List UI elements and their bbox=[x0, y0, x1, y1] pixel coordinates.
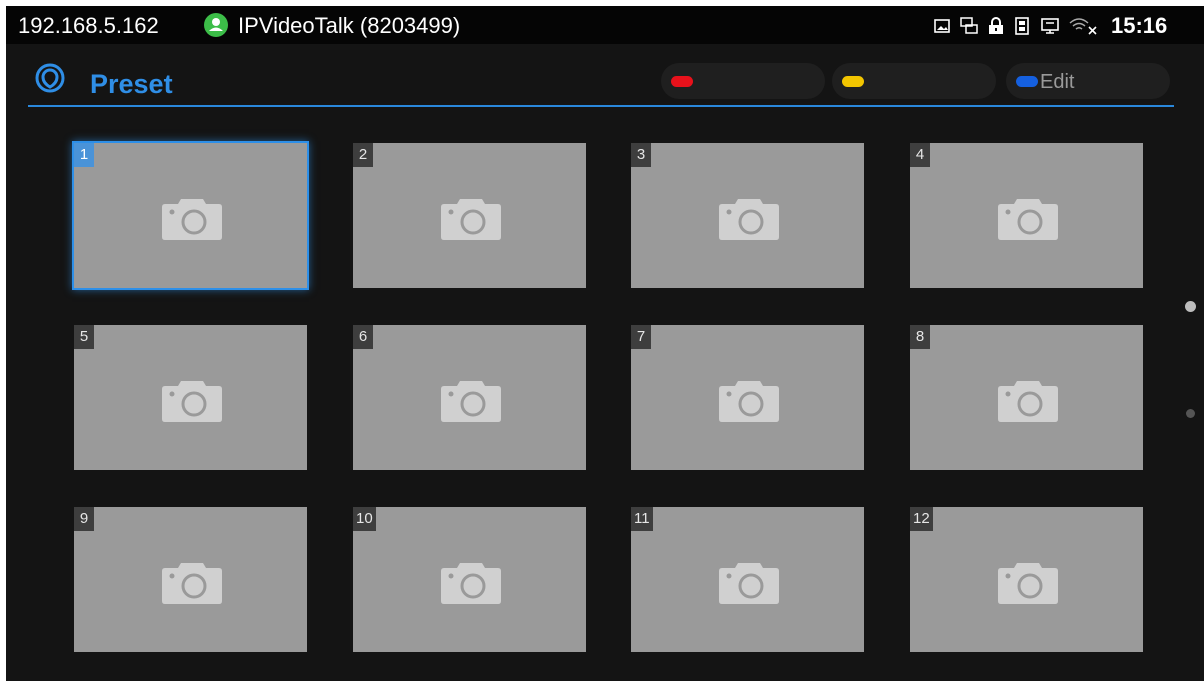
ip-address: 192.168.5.162 bbox=[18, 13, 159, 38]
page-title: Preset bbox=[90, 69, 173, 99]
preset-number: 11 bbox=[631, 507, 653, 531]
preset-tile-5[interactable]: 5 bbox=[74, 325, 307, 470]
page-indicator-2[interactable] bbox=[1186, 409, 1195, 418]
preset-tile-10[interactable]: 10 bbox=[353, 507, 586, 652]
screen-share-icon bbox=[1041, 18, 1059, 34]
sd-card-icon bbox=[1015, 17, 1029, 35]
preset-tile-6[interactable]: 6 bbox=[353, 325, 586, 470]
camera-icon bbox=[441, 563, 501, 604]
camera-icon bbox=[162, 563, 222, 604]
page-indicator-1[interactable] bbox=[1185, 301, 1196, 312]
preset-tile-12[interactable]: 12 bbox=[910, 507, 1143, 652]
yellow-key-button[interactable] bbox=[832, 63, 996, 99]
preset-tile-1[interactable]: 1 bbox=[72, 141, 309, 290]
preset-logo-icon bbox=[35, 63, 65, 93]
camera-icon bbox=[719, 563, 779, 604]
lock-icon bbox=[989, 17, 1003, 34]
preset-number: 7 bbox=[631, 325, 651, 349]
preset-number: 4 bbox=[910, 143, 930, 167]
camera-icon bbox=[162, 199, 222, 240]
preset-number: 1 bbox=[74, 143, 94, 167]
blue-key-dot bbox=[1016, 76, 1038, 87]
camera-icon bbox=[998, 381, 1058, 422]
camera-icon bbox=[998, 563, 1058, 604]
red-key-dot bbox=[671, 76, 693, 87]
preset-tile-3[interactable]: 3 bbox=[631, 143, 864, 288]
preset-tile-7[interactable]: 7 bbox=[631, 325, 864, 470]
preset-tile-4[interactable]: 4 bbox=[910, 143, 1143, 288]
camera-icon bbox=[998, 199, 1058, 240]
preset-number: 3 bbox=[631, 143, 651, 167]
preset-tile-2[interactable]: 2 bbox=[353, 143, 586, 288]
edit-button[interactable]: Edit bbox=[1006, 63, 1170, 99]
camera-icon bbox=[441, 381, 501, 422]
preset-tile-11[interactable]: 11 bbox=[631, 507, 864, 652]
preset-tile-9[interactable]: 9 bbox=[74, 507, 307, 652]
status-bar: 192.168.5.162 IPVideoTalk (8203499) 15:1… bbox=[6, 6, 1204, 44]
preset-number: 10 bbox=[353, 507, 376, 531]
picture-icon bbox=[934, 19, 950, 33]
clock: 15:16 bbox=[1111, 13, 1168, 38]
screen: 192.168.5.162 IPVideoTalk (8203499) 15:1… bbox=[6, 6, 1204, 681]
camera-icon bbox=[719, 199, 779, 240]
preset-number: 6 bbox=[353, 325, 373, 349]
edit-label: Edit bbox=[1040, 71, 1075, 93]
account-name: IPVideoTalk (8203499) bbox=[238, 13, 461, 38]
preset-number: 5 bbox=[74, 325, 94, 349]
preset-number: 8 bbox=[910, 325, 930, 349]
network-icon bbox=[960, 17, 978, 34]
preset-number: 12 bbox=[910, 507, 933, 531]
contact-icon bbox=[204, 13, 228, 37]
preset-number: 9 bbox=[74, 507, 94, 531]
preset-number: 2 bbox=[353, 143, 373, 167]
camera-icon bbox=[162, 381, 222, 422]
red-key-button[interactable] bbox=[661, 63, 825, 99]
camera-icon bbox=[441, 199, 501, 240]
wifi-off-icon bbox=[1069, 18, 1097, 35]
header-divider bbox=[28, 105, 1174, 107]
camera-icon bbox=[719, 381, 779, 422]
yellow-key-dot bbox=[842, 76, 864, 87]
preset-tile-8[interactable]: 8 bbox=[910, 325, 1143, 470]
